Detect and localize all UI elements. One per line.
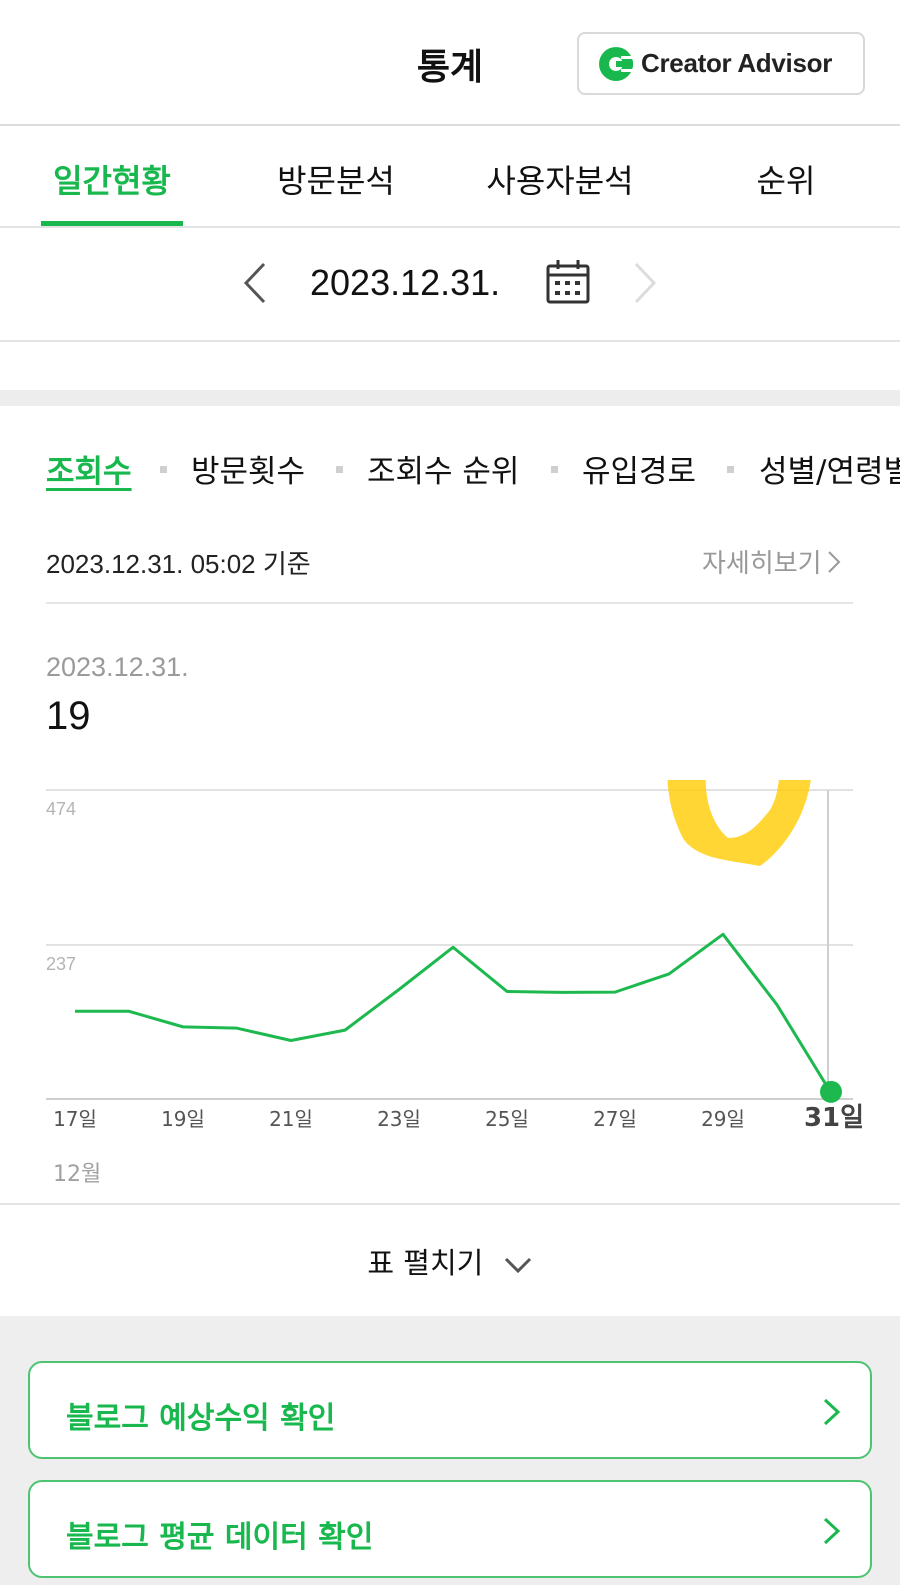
creator-advisor-button[interactable]: Creator Advisor <box>577 32 865 95</box>
estimated-revenue-card[interactable]: 블로그 예상수익 확인 <box>28 1361 872 1459</box>
expand-table-button[interactable]: 표 펼치기 <box>0 1240 900 1282</box>
y-tick-label: 474 <box>46 799 76 819</box>
divider <box>0 1203 900 1205</box>
data-basis-time: 2023.12.31. 05:02 기준 <box>46 549 311 579</box>
x-tick-label: 21일 <box>269 1107 313 1131</box>
next-date-chevron-icon[interactable] <box>626 258 666 308</box>
tab-ranking[interactable]: 순위 <box>716 156 856 202</box>
x-tick-label: 25일 <box>485 1107 529 1131</box>
date-navigator: 2023.12.31. <box>0 228 900 342</box>
subtab-referrer[interactable]: 유입경로 <box>582 446 696 491</box>
x-tick-labels: 17일 19일 21일 23일 25일 27일 29일 31일 <box>53 1103 864 1133</box>
x-tick-label: 29일 <box>701 1107 745 1131</box>
chevron-right-icon <box>823 1517 841 1545</box>
prev-date-chevron-icon[interactable] <box>238 258 278 308</box>
x-tick-label: 17일 <box>53 1107 97 1131</box>
selected-value: 19 <box>46 694 91 738</box>
chevron-down-icon <box>504 1257 531 1274</box>
yellow-highlight-doodles <box>667 780 811 866</box>
metric-tabs: 조회수 방문횟수 조회수 순위 유입경로 성별/연령별 <box>0 446 900 502</box>
active-tab-indicator <box>41 221 183 226</box>
subtab-separator <box>727 466 734 473</box>
main-tabs: 일간현황 방문분석 사용자분석 순위 <box>0 126 900 228</box>
creator-advisor-logo-icon <box>599 46 633 81</box>
detail-link[interactable]: 자세히보기 <box>702 543 842 580</box>
x-tick-label: 31일 <box>804 1103 864 1133</box>
selected-data-point[interactable] <box>820 1080 842 1103</box>
x-tick-label: 23일 <box>377 1107 421 1131</box>
current-date: 2023.12.31. <box>310 262 501 303</box>
views-line-chart: 474 237 17일 19일 21일 23일 25일 27일 29일 31일 <box>46 780 864 1133</box>
subtab-separator <box>160 466 167 473</box>
chevron-right-icon <box>823 1398 841 1426</box>
subtab-separator <box>336 466 343 473</box>
subtab-view-ranking[interactable]: 조회수 순위 <box>367 446 519 491</box>
card-label: 블로그 예상수익 확인 <box>66 1401 336 1436</box>
month-label: 12월 <box>53 1162 102 1187</box>
tab-daily[interactable]: 일간현황 <box>41 156 183 202</box>
subtab-gender-age[interactable]: 성별/연령별 <box>759 446 900 491</box>
x-tick-label: 19일 <box>161 1107 205 1131</box>
card-label: 블로그 평균 데이터 확인 <box>66 1520 374 1555</box>
selected-date: 2023.12.31. <box>46 652 189 682</box>
detail-link-label: 자세히보기 <box>702 549 822 579</box>
average-data-card[interactable]: 블로그 평균 데이터 확인 <box>28 1480 872 1578</box>
subtab-visits[interactable]: 방문횟수 <box>191 446 305 491</box>
chevron-right-icon <box>827 550 841 573</box>
x-tick-label: 27일 <box>593 1107 637 1131</box>
subtab-separator <box>551 466 558 473</box>
expand-table-label: 표 펼치기 <box>367 1246 484 1280</box>
tab-visit-analysis[interactable]: 방문분석 <box>256 156 416 202</box>
calendar-icon[interactable] <box>544 258 592 306</box>
subtab-views[interactable]: 조회수 <box>46 446 132 491</box>
divider <box>46 602 853 604</box>
creator-advisor-label: Creator Advisor <box>641 48 833 78</box>
series-line <box>75 932 833 1094</box>
header: 통계 Creator Advisor <box>0 0 900 126</box>
highlight-circle <box>667 780 811 866</box>
section-divider <box>0 390 900 406</box>
y-tick-label: 237 <box>46 954 76 974</box>
tab-user-analysis[interactable]: 사용자분석 <box>470 156 650 202</box>
